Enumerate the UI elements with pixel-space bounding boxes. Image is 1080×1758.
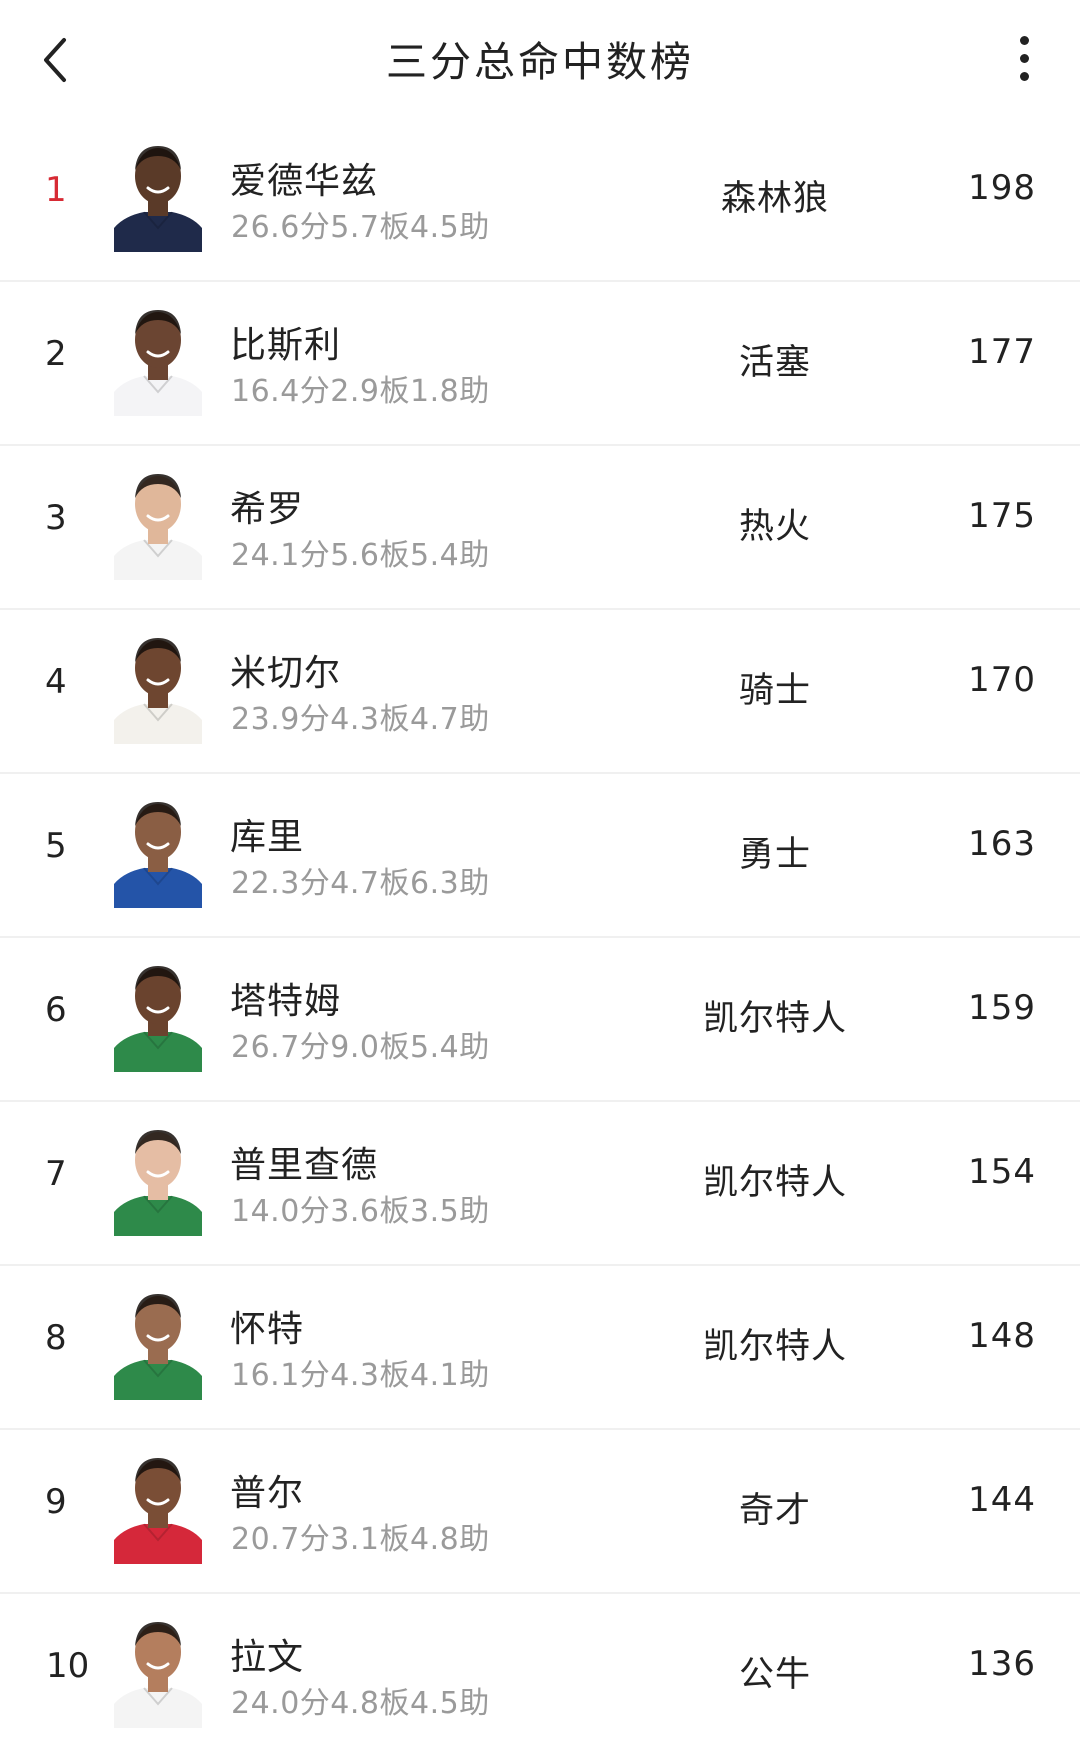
- team-name: 勇士: [738, 835, 811, 875]
- player-stats: 24.0分4.8板4.5助: [231, 1686, 490, 1721]
- player-stats: 20.7分3.1板4.8助: [231, 1522, 490, 1557]
- three-pointers-made: 177: [968, 332, 1036, 372]
- player-name: 库里: [230, 817, 305, 858]
- player-name: 比斯利: [230, 325, 342, 366]
- player-row[interactable]: 7 普里查德 14.0分3.6板3.5助 凯尔特人 154: [0, 1102, 1080, 1266]
- player-stats: 16.1分4.3板4.1助: [231, 1358, 490, 1393]
- three-pointers-made: 198: [968, 168, 1036, 208]
- player-avatar[interactable]: [114, 1612, 202, 1728]
- player-avatar[interactable]: [114, 628, 202, 744]
- player-name: 拉文: [230, 1637, 305, 1678]
- player-name: 怀特: [230, 1309, 305, 1350]
- three-pointers-made: 170: [968, 660, 1036, 700]
- player-stats: 26.7分9.0板5.4助: [231, 1030, 490, 1065]
- three-pointers-made: 154: [968, 1152, 1036, 1192]
- player-name: 普里查德: [230, 1145, 379, 1186]
- player-row[interactable]: 6 塔特姆 26.7分9.0板5.4助 凯尔特人 159: [0, 938, 1080, 1102]
- player-name: 爱德华兹: [230, 161, 379, 202]
- player-avatar[interactable]: [114, 464, 202, 580]
- player-avatar[interactable]: [114, 956, 202, 1072]
- player-avatar[interactable]: [114, 136, 202, 252]
- rank-number: 7: [45, 1154, 67, 1194]
- rank-number: 5: [45, 826, 67, 866]
- player-avatar[interactable]: [114, 1284, 202, 1400]
- top-bar: 三分总命中数榜: [0, 0, 1080, 118]
- team-name: 凯尔特人: [702, 999, 847, 1039]
- player-row[interactable]: 9 普尔 20.7分3.1板4.8助 奇才 144: [0, 1430, 1080, 1594]
- rank-number: 10: [46, 1646, 90, 1686]
- player-stats: 22.3分4.7板6.3助: [231, 866, 490, 901]
- rank-number: 6: [45, 990, 67, 1030]
- ranking-list: 1 爱德华兹 26.6分5.7板4.5助 森林狼 198 2 比斯利 16.4分2.9板1.8…: [0, 118, 1080, 1758]
- player-row[interactable]: 1 爱德华兹 26.6分5.7板4.5助 森林狼 198: [0, 118, 1080, 282]
- rank-number: 8: [45, 1318, 67, 1358]
- more-vertical-icon-dot: [1020, 72, 1029, 81]
- team-name: 骑士: [738, 671, 811, 711]
- player-stats: 23.9分4.3板4.7助: [231, 702, 490, 737]
- more-vertical-icon: [1020, 36, 1029, 45]
- player-stats: 26.6分5.7板4.5助: [231, 210, 490, 245]
- player-avatar[interactable]: [114, 792, 202, 908]
- player-name: 米切尔: [230, 653, 342, 694]
- player-name: 希罗: [230, 489, 305, 530]
- player-name: 塔特姆: [230, 981, 342, 1022]
- player-row[interactable]: 10 拉文 24.0分4.8板4.5助 公牛 136: [0, 1594, 1080, 1758]
- player-row[interactable]: 8 怀特 16.1分4.3板4.1助 凯尔特人 148: [0, 1266, 1080, 1430]
- three-pointers-made: 144: [968, 1480, 1036, 1520]
- team-name: 凯尔特人: [702, 1327, 847, 1367]
- player-stats: 24.1分5.6板5.4助: [231, 538, 490, 573]
- three-pointers-made: 163: [968, 824, 1036, 864]
- rank-number: 9: [45, 1482, 67, 1522]
- rank-number: 4: [45, 662, 67, 702]
- three-pointers-made: 136: [968, 1644, 1036, 1684]
- player-name: 普尔: [230, 1473, 305, 1514]
- player-avatar[interactable]: [114, 300, 202, 416]
- three-pointers-made: 175: [968, 496, 1036, 536]
- three-pointers-made: 159: [968, 988, 1036, 1028]
- team-name: 热火: [738, 507, 811, 547]
- rank-number: 2: [45, 334, 67, 374]
- player-avatar[interactable]: [114, 1120, 202, 1236]
- page-title: 三分总命中数榜: [386, 38, 694, 86]
- player-row[interactable]: 4 米切尔 23.9分4.3板4.7助 骑士 170: [0, 610, 1080, 774]
- player-stats: 16.4分2.9板1.8助: [231, 374, 490, 409]
- more-vertical-icon-dot: [1020, 54, 1029, 63]
- team-name: 凯尔特人: [702, 1163, 847, 1203]
- rank-number: 3: [45, 498, 67, 538]
- player-avatar[interactable]: [114, 1448, 202, 1564]
- more-button[interactable]: [1004, 32, 1044, 88]
- player-row[interactable]: 5 库里 22.3分4.7板6.3助 勇士 163: [0, 774, 1080, 938]
- player-stats: 14.0分3.6板3.5助: [231, 1194, 490, 1229]
- team-name: 森林狼: [720, 179, 829, 219]
- three-pointers-made: 148: [968, 1316, 1036, 1356]
- player-row[interactable]: 2 比斯利 16.4分2.9板1.8助 活塞 177: [0, 282, 1080, 446]
- team-name: 奇才: [738, 1491, 811, 1531]
- rank-number: 1: [45, 170, 67, 210]
- player-row[interactable]: 3 希罗 24.1分5.6板5.4助 热火 175: [0, 446, 1080, 610]
- team-name: 活塞: [738, 343, 811, 383]
- team-name: 公牛: [738, 1655, 811, 1695]
